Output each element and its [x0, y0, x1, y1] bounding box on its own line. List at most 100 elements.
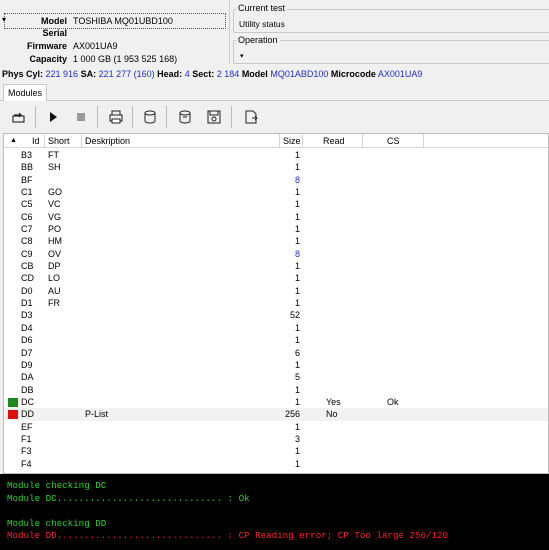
cell-short [48, 433, 83, 445]
cell-desc [85, 198, 275, 210]
cell-short [48, 384, 83, 396]
table-row[interactable]: DB 1 [4, 384, 548, 396]
column-header-short[interactable]: Short [45, 134, 82, 148]
phys-cyl-label: Phys Cyl: [2, 69, 44, 79]
tab-modules[interactable]: Modules [3, 84, 48, 101]
table-row[interactable]: EF 1 [4, 421, 548, 433]
table-row[interactable]: B3 FT 1 [4, 149, 548, 161]
model-param-value: MQ01ABD100 [270, 69, 329, 79]
stop-button[interactable] [70, 106, 92, 128]
model-value: TOSHIBA MQ01UBD100 [73, 16, 173, 26]
cell-id: BF [21, 174, 33, 185]
table-row[interactable]: BF 8 [4, 174, 548, 186]
table-row[interactable]: D6 1 [4, 334, 548, 346]
cell-short: HM [48, 236, 62, 247]
cell-size: 1 [294, 150, 300, 160]
table-row[interactable]: C8 HM 1 [4, 235, 548, 247]
table-row[interactable]: C1 GO 1 [4, 186, 548, 198]
cell-cs [387, 384, 437, 396]
modules-table[interactable]: ▲ Id Short Deskription Size Read CS B3 FT… [3, 133, 549, 474]
cell-size: 6 [294, 347, 300, 358]
console-line: Module checking DD [7, 517, 107, 529]
cell-desc [85, 186, 275, 198]
cell-read [326, 334, 376, 346]
column-id-label: Id [32, 136, 40, 146]
table-row[interactable]: DD P-List 256 No [4, 408, 548, 421]
table-row[interactable]: F3 1 [4, 445, 548, 457]
table-row[interactable]: D0 AU 1 [4, 285, 548, 297]
cell-read [326, 347, 376, 359]
cell-read [326, 359, 376, 371]
operation-dropdown-icon[interactable]: ▾ [240, 52, 244, 60]
cell-desc [85, 334, 275, 346]
drive-info-panel: ▾ Model TOSHIBA MQ01UBD100 Serial Firmwa… [0, 0, 549, 67]
cell-desc [85, 322, 275, 334]
cell-read [326, 198, 376, 210]
table-row[interactable]: C7 PO 1 [4, 223, 548, 235]
cell-short [48, 421, 83, 433]
cell-read [326, 285, 376, 297]
cell-read [326, 297, 376, 309]
table-row[interactable]: CD LO 1 [4, 272, 548, 284]
table-row[interactable]: C6 VG 1 [4, 211, 548, 223]
cell-read [326, 149, 376, 161]
cell-id: F1 [21, 433, 32, 444]
table-row[interactable]: C9 OV 8 [4, 248, 548, 260]
cell-read [326, 223, 376, 235]
column-header-desc[interactable]: Deskription [82, 134, 280, 148]
cell-id: C6 [21, 211, 33, 222]
sect-value: 2 184 [216, 69, 240, 79]
cell-short: FT [48, 150, 59, 160]
play-icon [50, 112, 57, 122]
firmware-label: Firmware [26, 41, 67, 51]
table-row[interactable]: BB SH 1 [4, 161, 548, 173]
cell-desc [85, 149, 275, 161]
export-button[interactable] [240, 106, 262, 128]
drive-save-button[interactable] [203, 106, 225, 128]
table-row[interactable]: D9 1 [4, 359, 548, 371]
model-label: Model [41, 16, 67, 26]
capacity-value: 1 000 GB (1 953 525 168) [73, 54, 178, 64]
cell-cs [387, 235, 437, 247]
sect-label: Sect: [192, 69, 215, 79]
cell-read: Yes [326, 396, 341, 407]
cell-size: 1 [294, 298, 300, 309]
table-row[interactable]: CB DP 1 [4, 260, 548, 272]
cell-read [326, 174, 376, 186]
cell-desc [85, 260, 275, 272]
drive-button[interactable] [139, 106, 161, 128]
cell-short: OV [48, 248, 62, 259]
console-line: Module DD.............................. … [7, 530, 449, 541]
table-row[interactable]: D4 1 [4, 322, 548, 334]
table-row[interactable]: C5 VC 1 [4, 198, 548, 210]
refresh-button[interactable] [8, 106, 30, 128]
cell-short: PO [48, 224, 62, 235]
cell-desc [85, 384, 275, 396]
table-row[interactable]: DA 5 [4, 371, 548, 383]
status-ok-icon [8, 397, 18, 407]
cell-desc [85, 297, 275, 309]
table-row[interactable]: DC 1 Yes Ok [4, 396, 548, 408]
cell-size: 8 [294, 248, 300, 259]
start-button[interactable] [42, 106, 64, 128]
column-header-cs[interactable]: CS [363, 134, 424, 148]
column-header-read[interactable]: Read [303, 134, 363, 148]
operation-title: Operation [236, 35, 280, 45]
cell-cs [387, 186, 437, 198]
table-row[interactable]: F4 1 [4, 458, 548, 470]
cell-read [326, 371, 376, 383]
cell-cs [387, 211, 437, 223]
table-row[interactable]: F1 3 [4, 433, 548, 445]
print-button[interactable] [105, 106, 127, 128]
column-header-id[interactable]: ▲ Id [4, 134, 45, 148]
table-row[interactable]: D3 52 [4, 309, 548, 321]
table-row[interactable]: D1 FR 1 [4, 297, 548, 309]
cell-desc [85, 309, 275, 321]
column-desc-label: Deskription [85, 136, 131, 146]
table-header: ▲ Id Short Deskription Size Read CS [4, 134, 548, 148]
drive-read-button[interactable] [174, 106, 196, 128]
table-row[interactable]: D7 6 [4, 347, 548, 359]
column-header-size[interactable]: Size [280, 134, 303, 148]
cell-id: F3 [21, 446, 32, 457]
cell-desc [85, 285, 275, 297]
